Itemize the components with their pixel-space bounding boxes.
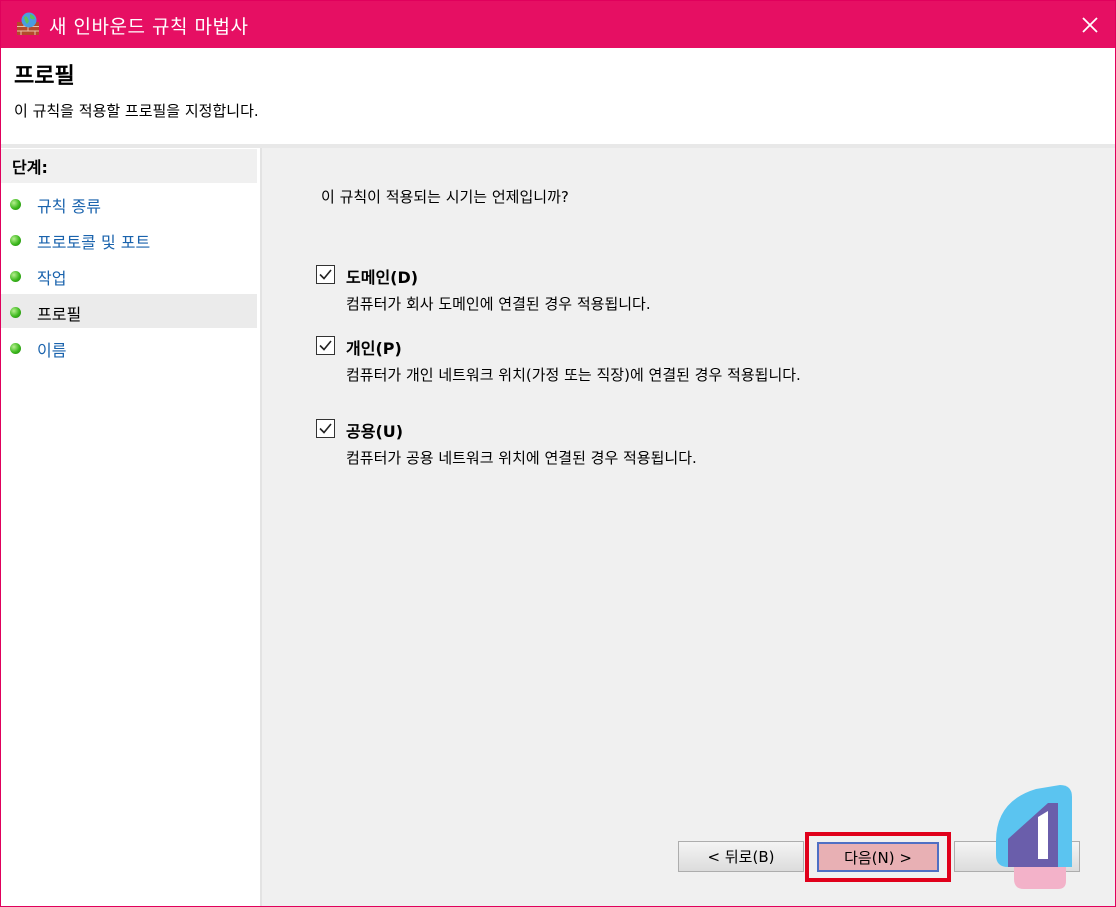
public-label[interactable]: 공용(U) — [346, 418, 403, 442]
step-complete-icon — [10, 235, 21, 246]
sidebar-item-action[interactable]: 작업 — [1, 258, 257, 292]
page-title: 프로필 — [14, 64, 75, 89]
checkmark-icon — [319, 423, 332, 434]
private-checkbox[interactable] — [316, 336, 335, 355]
next-button-highlight: 다음(N) > — [805, 832, 951, 882]
step-complete-icon — [10, 271, 21, 282]
public-description: 컴퓨터가 공용 네트워크 위치에 연결된 경우 적용됩니다. — [346, 449, 697, 467]
domain-label[interactable]: 도메인(D) — [346, 264, 418, 288]
back-button[interactable]: < 뒤로(B) — [678, 841, 804, 872]
private-description: 컴퓨터가 개인 네트워크 위치(가정 또는 직장)에 연결된 경우 적용됩니다. — [346, 366, 801, 384]
page-header: 프로필 이 규칙을 적용할 프로필을 지정합니다. — [1, 48, 1115, 144]
sidebar-item-label: 프로토콜 및 포트 — [37, 233, 151, 252]
wizard-window: 새 인바운드 규칙 마법사 프로필 이 규칙을 적용할 프로필을 지정합니다. … — [0, 0, 1116, 907]
step-complete-icon — [10, 307, 21, 318]
title-bar[interactable]: 새 인바운드 규칙 마법사 — [1, 1, 1115, 48]
steps-header: 단계: — [1, 149, 257, 183]
sidebar-item-rule-type[interactable]: 규칙 종류 — [1, 186, 257, 220]
domain-checkbox[interactable] — [316, 265, 335, 284]
sidebar-item-name[interactable]: 이름 — [1, 330, 257, 364]
window-title: 새 인바운드 규칙 마법사 — [49, 16, 249, 38]
sidebar-item-profile[interactable]: 프로필 — [1, 294, 257, 328]
close-button[interactable] — [1065, 1, 1115, 48]
private-label[interactable]: 개인(P) — [346, 335, 402, 359]
checkmark-icon — [319, 269, 332, 280]
sidebar-item-protocol-ports[interactable]: 프로토콜 및 포트 — [1, 222, 257, 256]
close-icon — [1082, 16, 1098, 33]
steps-sidebar: 단계: 규칙 종류 프로토콜 및 포트 작업 프로필 이름 — [1, 148, 262, 906]
public-checkbox[interactable] — [316, 419, 335, 438]
checkmark-icon — [319, 340, 332, 351]
sidebar-item-label: 프로필 — [37, 305, 82, 324]
page-description: 이 규칙을 적용할 프로필을 지정합니다. — [14, 102, 259, 120]
step-complete-icon — [10, 343, 21, 354]
domain-description: 컴퓨터가 회사 도메인에 연결된 경우 적용됩니다. — [346, 295, 651, 313]
sidebar-item-label: 규칙 종류 — [37, 197, 101, 216]
steps-label: 단계: — [12, 158, 48, 177]
sidebar-item-label: 이름 — [37, 341, 67, 360]
next-button[interactable]: 다음(N) > — [817, 842, 939, 872]
firewall-icon — [17, 12, 39, 35]
step-complete-icon — [10, 199, 21, 210]
question-text: 이 규칙이 적용되는 시기는 언제입니까? — [321, 188, 569, 206]
sidebar-item-label: 작업 — [37, 269, 67, 288]
watermark-logo-icon — [996, 785, 1072, 889]
